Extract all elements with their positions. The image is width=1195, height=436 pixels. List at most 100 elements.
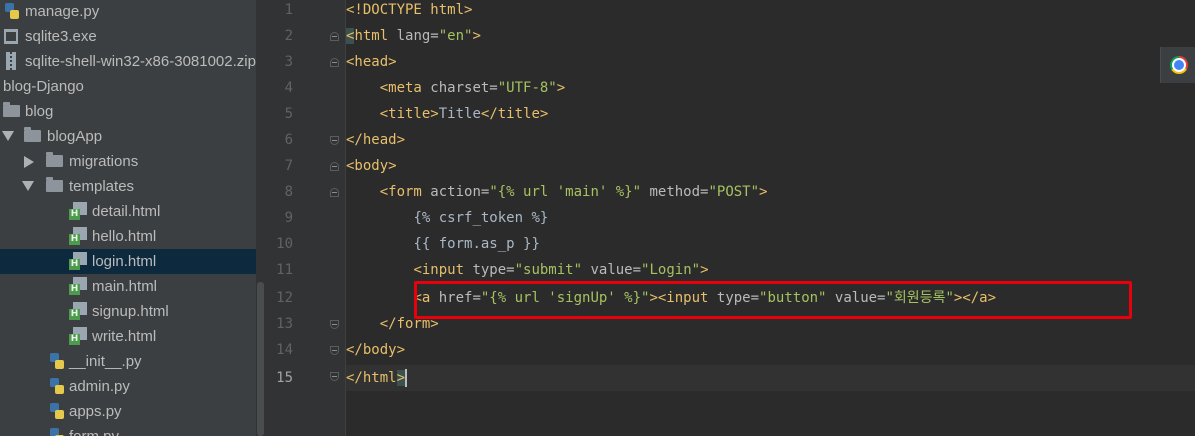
chevron-right-icon[interactable]: [24, 156, 34, 168]
tree-item-migrations[interactable]: migrations: [0, 149, 256, 174]
tree-item-label: signup.html: [92, 303, 169, 320]
code-line-15[interactable]: </html>: [346, 365, 408, 391]
code-token: </body>: [346, 342, 406, 358]
code-token: lang=: [388, 28, 439, 44]
tree-item-admin-py[interactable]: admin.py: [0, 374, 256, 399]
fold-marker-html[interactable]: [330, 32, 339, 41]
folder-icon: [3, 102, 20, 117]
code-line-11[interactable]: <input type="submit" value="Login">: [346, 257, 709, 283]
code-line-4[interactable]: <meta charset="UTF-8">: [346, 75, 565, 101]
code-line-10[interactable]: {{ form.as_p }}: [346, 231, 539, 257]
chevron-down-icon[interactable]: [2, 131, 14, 141]
code-line-8[interactable]: <form action="{% url 'main' %}" method="…: [346, 179, 768, 205]
line-number: 13: [276, 316, 293, 332]
sidebar-scrollbar[interactable]: [256, 0, 265, 436]
tree-item-apps-py[interactable]: apps.py: [0, 399, 256, 424]
tree-item-label: admin.py: [69, 378, 130, 395]
line-number-current: 15: [276, 370, 293, 386]
line-number: 4: [284, 80, 293, 96]
code-token: "en": [438, 28, 473, 44]
exe-file-icon: [4, 29, 18, 44]
tree-item-form-py[interactable]: form.py: [0, 424, 256, 436]
project-tree: manage.py sqlite3.exe sqlite-shell-win32…: [0, 0, 256, 436]
chevron-down-icon[interactable]: [22, 181, 34, 191]
tree-item-label: login.html: [92, 253, 157, 270]
fold-marker-form-end[interactable]: [330, 320, 339, 329]
chrome-icon: [1170, 56, 1188, 74]
text-caret: [405, 369, 408, 387]
code-token: "UTF-8": [497, 80, 557, 96]
code-token: html: [362, 370, 397, 386]
code-token: <input: [413, 262, 465, 278]
python-file-icon: [50, 378, 64, 394]
code-token: >: [700, 262, 709, 278]
tree-item-templates[interactable]: templates: [0, 174, 256, 199]
line-number: 11: [276, 262, 293, 278]
fold-marker-head[interactable]: [330, 58, 339, 67]
fold-marker-form[interactable]: [330, 188, 339, 197]
tree-item-blog[interactable]: blog: [0, 99, 256, 124]
code-line-9[interactable]: {% csrf_token %}: [346, 205, 548, 231]
html-file-icon: H: [69, 202, 87, 220]
zip-file-icon: [6, 52, 16, 70]
code-token: </title>: [480, 106, 549, 122]
code-token: <head>: [346, 54, 397, 70]
tree-item-login-html[interactable]: H login.html: [0, 249, 256, 274]
tree-item-blog-django[interactable]: blog-Django: [0, 74, 256, 99]
code-token: "{% url 'main' %}": [489, 184, 642, 200]
code-line-1[interactable]: <!DOCTYPE html>: [346, 0, 472, 23]
code-line-3[interactable]: <head>: [346, 49, 397, 75]
tree-item-detail-html[interactable]: H detail.html: [0, 199, 256, 224]
code-token: {% csrf_token %}: [413, 210, 549, 226]
line-number: 10: [276, 236, 293, 252]
code-token: html: [354, 28, 389, 44]
code-token: "submit": [514, 262, 583, 278]
code-token: <meta: [379, 80, 422, 96]
tree-item-sqlite-shell-zip[interactable]: sqlite-shell-win32-x86-3081002.zip: [0, 49, 256, 74]
code-line-5[interactable]: <title>Title</title>: [346, 101, 549, 127]
code-line-6[interactable]: </head>: [346, 127, 405, 153]
code-line-14[interactable]: </body>: [346, 337, 405, 363]
fold-marker-head-end[interactable]: [330, 136, 339, 145]
tree-item-blogapp[interactable]: blogApp: [0, 124, 256, 149]
fold-marker-body[interactable]: [330, 162, 339, 171]
fold-marker-body-end[interactable]: [330, 346, 339, 355]
tree-item-label: main.html: [92, 278, 158, 295]
html-file-icon: H: [69, 227, 87, 245]
code-line-2[interactable]: <html lang="en">: [346, 23, 481, 49]
html-file-icon: H: [69, 252, 87, 270]
code-token: <!DOCTYPE html>: [346, 2, 473, 18]
tree-item-main-html[interactable]: H main.html: [0, 274, 256, 299]
tree-item-write-html[interactable]: H write.html: [0, 324, 256, 349]
tree-item-sqlite3-exe[interactable]: sqlite3.exe: [0, 24, 256, 49]
tree-item-init-py[interactable]: __init__.py: [0, 349, 256, 374]
code-token: Title: [438, 106, 481, 122]
sidebar-scrollbar-thumb[interactable]: [257, 282, 264, 436]
annotation-highlight-box: [414, 281, 1132, 319]
fold-marker-html-end[interactable]: [330, 372, 339, 381]
tree-item-label: sqlite3.exe: [25, 28, 97, 45]
open-in-browser-button[interactable]: [1160, 47, 1195, 83]
code-token: >: [759, 184, 768, 200]
code-token: "POST": [708, 184, 760, 200]
tree-item-label: blog-Django: [3, 78, 84, 95]
line-number: 2: [284, 28, 293, 44]
tree-item-signup-html[interactable]: H signup.html: [0, 299, 256, 324]
python-file-icon: [50, 428, 64, 436]
code-line-7[interactable]: <body>: [346, 153, 397, 179]
tree-item-hello-html[interactable]: H hello.html: [0, 224, 256, 249]
tree-item-manage-py[interactable]: manage.py: [0, 0, 256, 24]
code-token: type=: [464, 262, 515, 278]
line-number: 1: [284, 2, 293, 18]
line-number: 8: [284, 184, 293, 200]
code-token: </head>: [346, 132, 406, 148]
tree-item-label: hello.html: [92, 228, 157, 245]
code-token: >: [556, 80, 566, 96]
tree-item-label: migrations: [69, 153, 139, 170]
line-number: 9: [284, 210, 293, 226]
code-token: value=: [582, 262, 642, 278]
